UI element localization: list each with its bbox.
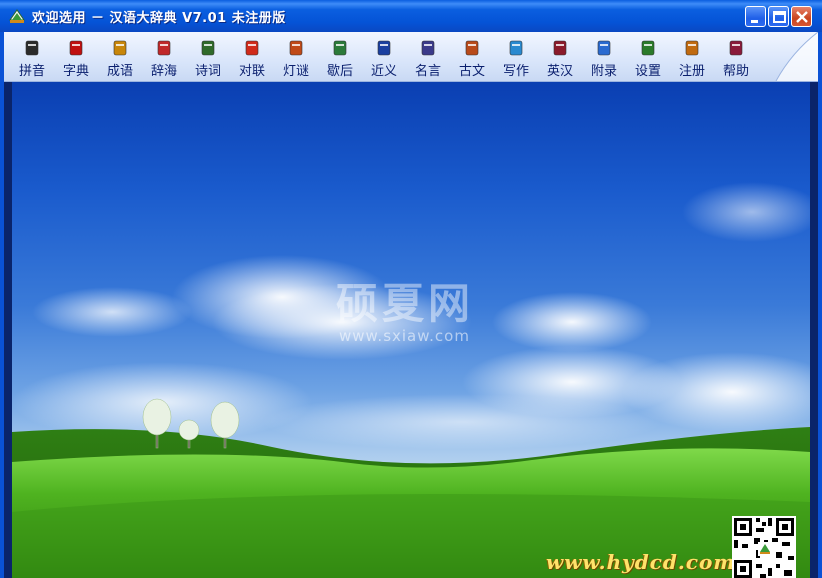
window-title: 欢迎选用 － 汉语大辞典 V7.01 未注册版: [32, 11, 286, 26]
toolbar-button-label: 写作: [502, 64, 529, 79]
toolbar-button-11[interactable]: 写作: [494, 36, 538, 79]
toolbar-button-9[interactable]: 名言: [406, 36, 450, 79]
poetry-icon: [201, 40, 215, 56]
appendix-icon: [597, 40, 611, 56]
site-url[interactable]: www.hydcd.com: [546, 550, 736, 574]
toolbar-button-7[interactable]: 歇后: [318, 36, 362, 79]
lantern-riddle-icon: [289, 40, 303, 56]
close-icon: [796, 11, 808, 23]
toolbar-button-16[interactable]: 帮助: [714, 36, 758, 79]
main-toolbar: 拼音 字典 成语 辞海 诗词 对联 灯谜 歇后 近义 名言 古文 写作 英汉 附录 设置 注册 帮助: [4, 32, 818, 82]
pinyin-face-icon: [25, 40, 39, 56]
qr-code: [732, 516, 796, 578]
toolbar-button-label: 设置: [634, 64, 661, 79]
toolbar-button-label: 附录: [590, 64, 617, 79]
toolbar-button-label: 英汉: [546, 64, 573, 79]
toolbar-button-12[interactable]: 英汉: [538, 36, 582, 79]
minimize-button[interactable]: [745, 6, 766, 27]
toolbar-button-label: 成语: [106, 64, 133, 79]
welcome-background: 硕夏网 www.sxiaw.com www.hydcd.com: [12, 82, 810, 578]
toolbar-button-13[interactable]: 附录: [582, 36, 626, 79]
toolbar-decoration: [775, 32, 818, 81]
toolbar-button-0[interactable]: 拼音: [10, 36, 54, 79]
app-window: 欢迎选用 － 汉语大辞典 V7.01 未注册版 拼音 字典 成语 辞海 诗词 对联 灯谜 歇后…: [0, 0, 822, 578]
idiom-icon: [113, 40, 127, 56]
toolbar-button-label: 字典: [62, 64, 89, 79]
dictionary-book-icon: [69, 40, 83, 56]
xiehou-icon: [333, 40, 347, 56]
watermark-url: www.sxiaw.com: [339, 327, 470, 345]
window-frame-left: [0, 32, 4, 578]
ancient-text-icon: [465, 40, 479, 56]
title-bar[interactable]: 欢迎选用 － 汉语大辞典 V7.01 未注册版: [0, 0, 822, 32]
toolbar-button-label: 拼音: [18, 64, 45, 79]
synonym-book-icon: [377, 40, 391, 56]
toolbar-button-label: 诗词: [194, 64, 221, 79]
toolbar-button-label: 近义: [370, 64, 397, 79]
toolbar-button-label: 歇后: [326, 64, 353, 79]
toolbar-button-label: 对联: [238, 64, 265, 79]
close-button[interactable]: [791, 6, 812, 27]
english-chinese-icon: [553, 40, 567, 56]
maximize-icon: [773, 11, 786, 23]
toolbar-button-14[interactable]: 设置: [626, 36, 670, 79]
settings-gear-icon: [641, 40, 655, 56]
toolbar-button-1[interactable]: 字典: [54, 36, 98, 79]
couplet-icon: [245, 40, 259, 56]
toolbar-button-3[interactable]: 辞海: [142, 36, 186, 79]
toolbar-button-15[interactable]: 注册: [670, 36, 714, 79]
toolbar-button-label: 辞海: [150, 64, 177, 79]
cihai-books-icon: [157, 40, 171, 56]
toolbar-button-8[interactable]: 近义: [362, 36, 406, 79]
toolbar-button-10[interactable]: 古文: [450, 36, 494, 79]
toolbar-button-5[interactable]: 对联: [230, 36, 274, 79]
quote-icon: [421, 40, 435, 56]
toolbar-button-label: 注册: [678, 64, 705, 79]
maximize-button[interactable]: [768, 6, 789, 27]
toolbar-button-4[interactable]: 诗词: [186, 36, 230, 79]
writing-icon: [509, 40, 523, 56]
toolbar-button-6[interactable]: 灯谜: [274, 36, 318, 79]
help-book-icon: [729, 40, 743, 56]
toolbar-button-label: 名言: [414, 64, 441, 79]
window-frame-right: [818, 32, 822, 578]
watermark-logo-text: 硕夏网: [336, 279, 475, 328]
minimize-icon: [751, 20, 758, 23]
app-icon: [9, 9, 25, 23]
toolbar-button-label: 帮助: [722, 64, 749, 79]
toolbar-button-2[interactable]: 成语: [98, 36, 142, 79]
register-icon: [685, 40, 699, 56]
toolbar-button-label: 灯谜: [282, 64, 309, 79]
toolbar-button-label: 古文: [458, 64, 485, 79]
